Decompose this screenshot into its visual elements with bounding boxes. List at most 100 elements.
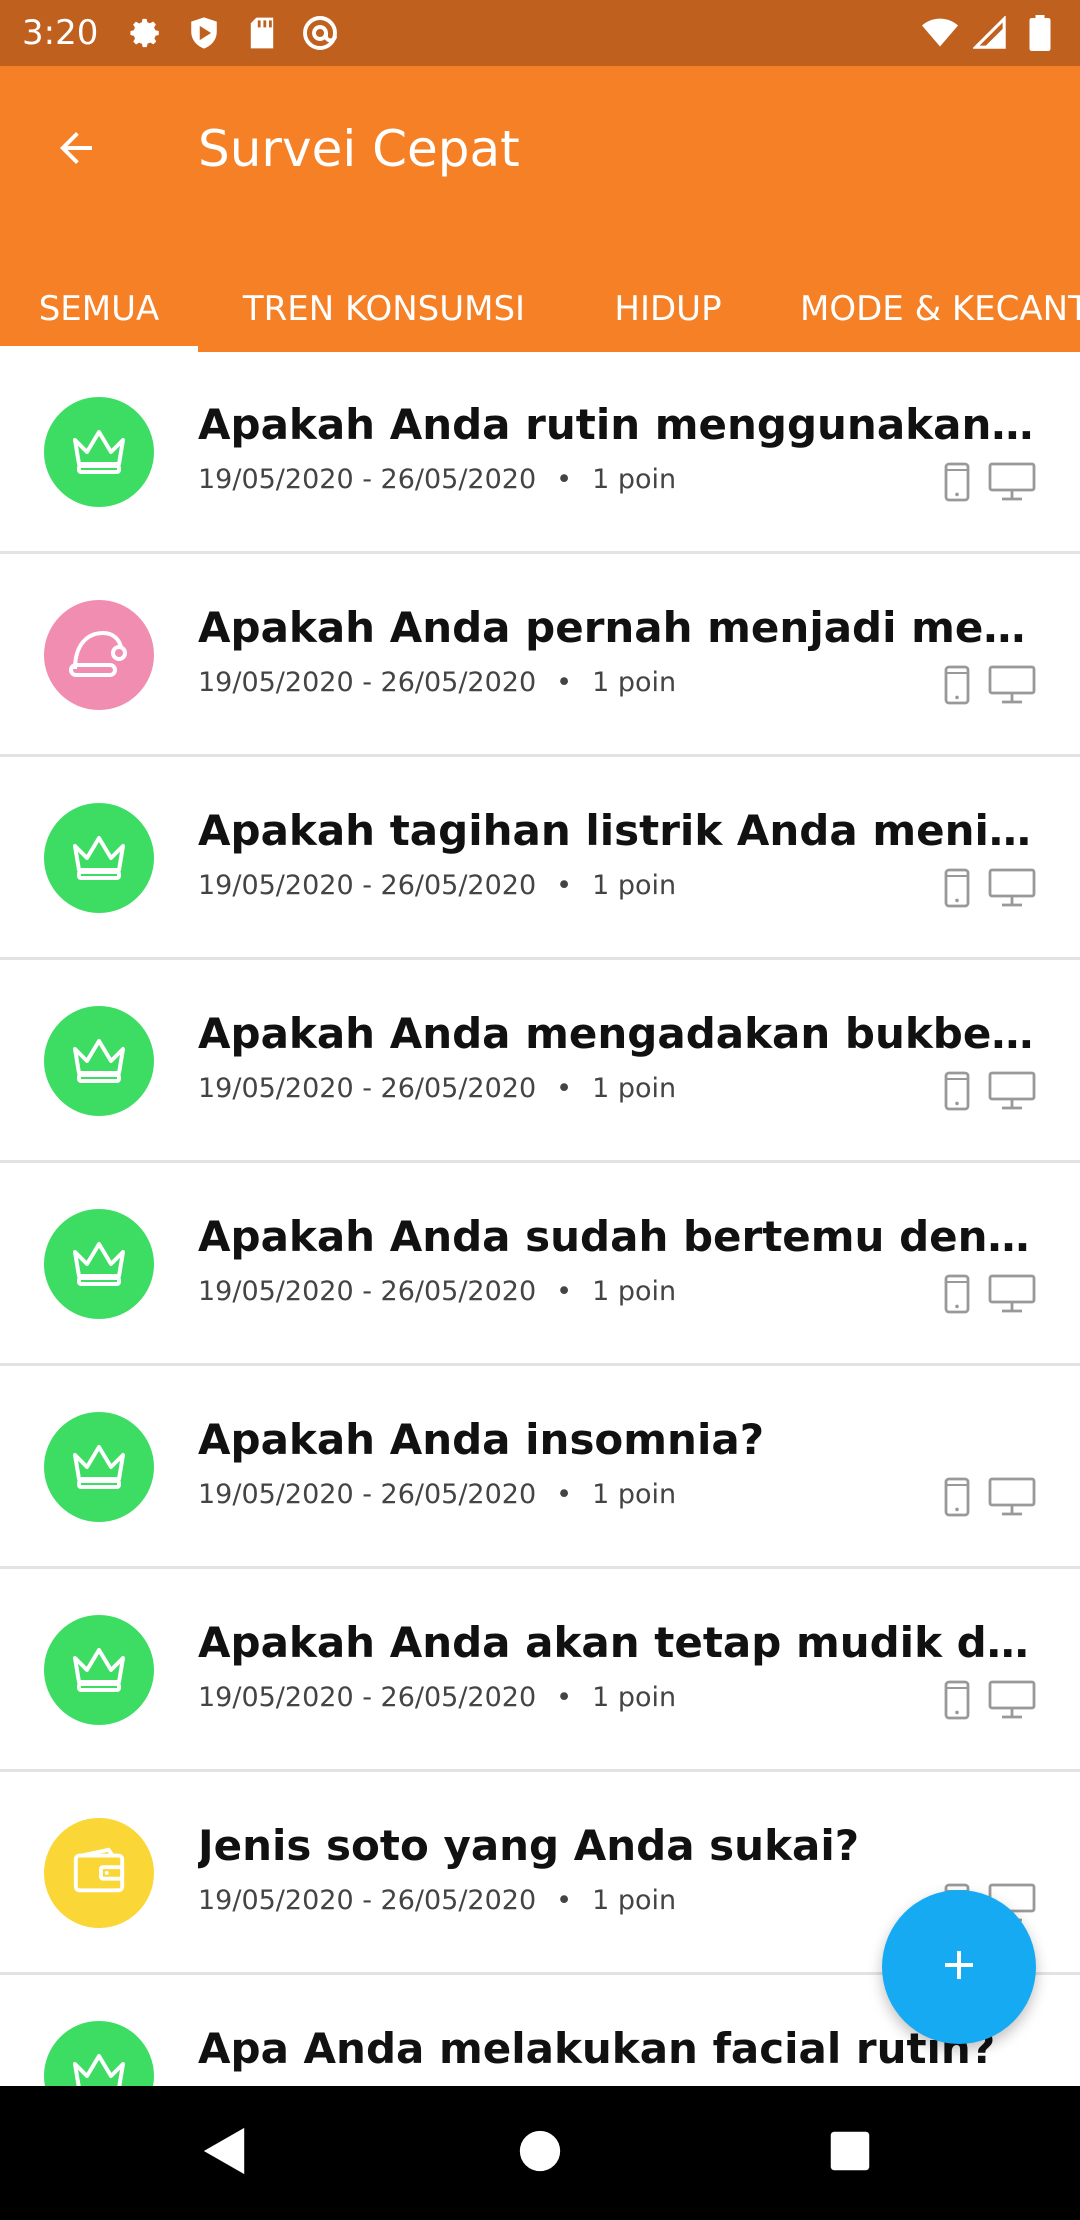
tab-label: TREN KONSUMSI: [242, 289, 526, 329]
survey-points: 1 poin: [592, 1479, 677, 1510]
status-bar: 3:20: [0, 0, 1080, 66]
monitor-icon: [988, 1477, 1036, 1522]
meta-separator: •: [556, 870, 573, 901]
phone-icon: [944, 1477, 970, 1522]
cell-signal-icon: [972, 15, 1008, 51]
crown-icon: [69, 1439, 129, 1496]
monitor-icon: [988, 868, 1036, 913]
crown-icon: [69, 1033, 129, 1090]
meta-separator: •: [556, 1682, 573, 1713]
status-notification-icons: [128, 15, 338, 51]
crown-icon: [69, 424, 129, 481]
status-system-icons: [922, 15, 1058, 51]
survey-points: 1 poin: [592, 1682, 677, 1713]
survey-title: Apakah Anda sudah bertemu dengan jo...: [198, 1212, 1038, 1261]
survey-category-avatar: [44, 1615, 154, 1725]
tab-label: HIDUP: [614, 289, 722, 329]
nav-back-button[interactable]: [188, 2116, 262, 2190]
survey-category-avatar: [44, 1412, 154, 1522]
survey-title: Apakah tagihan listrik Anda meningkat...: [198, 806, 1038, 855]
survey-title: Apakah Anda akan tetap mudik di tenga...: [198, 1618, 1038, 1667]
tab-tren-konsumsi[interactable]: TREN KONSUMSI: [198, 266, 570, 352]
plus-icon: [935, 1941, 983, 1994]
survey-category-avatar: [44, 1209, 154, 1319]
survey-meta: 19/05/2020 - 26/05/2020 • 1 poin: [198, 1479, 676, 1510]
tab-label: MODE & KECANTIKAN: [800, 289, 1080, 329]
survey-category-avatar: [44, 803, 154, 913]
survey-date-range: 19/05/2020 - 26/05/2020: [198, 1885, 537, 1916]
home-circle-icon: [518, 2129, 562, 2178]
supported-devices: [944, 1477, 1036, 1522]
survey-date-range: 19/05/2020 - 26/05/2020: [198, 870, 537, 901]
nav-recents-button[interactable]: [813, 2116, 887, 2190]
survey-points: 1 poin: [592, 1073, 677, 1104]
survey-list-item[interactable]: Apakah Anda rutin menggunakan scrub... 19…: [0, 352, 1080, 554]
battery-icon: [1022, 15, 1058, 51]
monitor-icon: [988, 1680, 1036, 1725]
tab-mode-kecantikan[interactable]: MODE & KECANTIKAN: [800, 266, 1080, 352]
wallet-icon: [70, 1845, 128, 1902]
app-bar: Survei Cepat SEMUA TREN KONSUMSI HIDUP M…: [0, 66, 1080, 352]
survey-category-avatar: [44, 600, 154, 710]
meta-separator: •: [556, 667, 573, 698]
at-sign-icon: [302, 15, 338, 51]
phone-icon: [944, 868, 970, 913]
survey-list-item[interactable]: Apakah Anda sudah bertemu dengan jo... 19…: [0, 1164, 1080, 1366]
survey-meta: 19/05/2020 - 26/05/2020 • 1 poin: [198, 870, 676, 901]
gear-icon: [128, 15, 164, 51]
survey-date-range: 19/05/2020 - 26/05/2020: [198, 1479, 537, 1510]
tab-hidup[interactable]: HIDUP: [570, 266, 766, 352]
category-tabs: SEMUA TREN KONSUMSI HIDUP MODE & KECANTI…: [0, 266, 1080, 352]
survey-title: Apakah Anda insomnia?: [198, 1415, 765, 1464]
supported-devices: [944, 1274, 1036, 1319]
survey-list-item[interactable]: Apakah Anda insomnia? 19/05/2020 - 26/05/…: [0, 1367, 1080, 1569]
nav-home-button[interactable]: [503, 2116, 577, 2190]
meta-separator: •: [556, 464, 573, 495]
survey-date-range: 19/05/2020 - 26/05/2020: [198, 464, 537, 495]
phone-icon: [944, 1680, 970, 1725]
phone-icon: [944, 462, 970, 507]
survey-title: Apakah Anda rutin menggunakan scrub...: [198, 400, 1038, 449]
phone-icon: [944, 1274, 970, 1319]
supported-devices: [944, 1680, 1036, 1725]
survey-meta: 19/05/2020 - 26/05/2020 • 1 poin: [198, 464, 676, 495]
monitor-icon: [988, 665, 1036, 710]
monitor-icon: [988, 1274, 1036, 1319]
meta-separator: •: [556, 1276, 573, 1307]
survey-list[interactable]: Apakah Anda rutin menggunakan scrub... 19…: [0, 352, 1080, 2086]
arrow-left-icon: [52, 124, 100, 177]
santa-hat-icon: [67, 625, 131, 686]
survey-meta: 19/05/2020 - 26/05/2020 • 1 poin: [198, 1073, 676, 1104]
supported-devices: [944, 868, 1036, 913]
survey-points: 1 poin: [592, 1276, 677, 1307]
add-survey-button[interactable]: [882, 1890, 1036, 2044]
crown-icon: [69, 830, 129, 887]
meta-separator: •: [556, 1885, 573, 1916]
phone-icon: [944, 665, 970, 710]
status-time: 3:20: [22, 13, 99, 53]
survey-category-avatar: [44, 1818, 154, 1928]
survey-list-item[interactable]: Apakah Anda pernah menjadi member k... 19…: [0, 555, 1080, 757]
sd-card-icon: [244, 15, 280, 51]
survey-list-item[interactable]: Apakah tagihan listrik Anda meningkat...…: [0, 758, 1080, 960]
survey-category-avatar: [44, 2021, 154, 2086]
tab-label: SEMUA: [38, 289, 160, 329]
survey-points: 1 poin: [592, 667, 677, 698]
survey-date-range: 19/05/2020 - 26/05/2020: [198, 1682, 537, 1713]
survey-meta: 19/05/2020 - 26/05/2020 • 1 poin: [198, 667, 676, 698]
meta-separator: •: [556, 1073, 573, 1104]
wifi-icon: [922, 15, 958, 51]
survey-date-range: 19/05/2020 - 26/05/2020: [198, 1276, 537, 1307]
shield-play-icon: [186, 15, 222, 51]
supported-devices: [944, 462, 1036, 507]
tab-semua[interactable]: SEMUA: [0, 266, 198, 352]
survey-points: 1 poin: [592, 1885, 677, 1916]
back-button[interactable]: [40, 114, 112, 186]
survey-meta: 19/05/2020 - 26/05/2020 • 1 poin: [198, 1682, 676, 1713]
survey-list-item[interactable]: Apakah Anda mengadakan bukber di lua... 1…: [0, 961, 1080, 1163]
recents-square-icon: [829, 2130, 871, 2177]
monitor-icon: [988, 462, 1036, 507]
survey-list-item[interactable]: Apakah Anda akan tetap mudik di tenga...…: [0, 1570, 1080, 1772]
survey-meta: 19/05/2020 - 26/05/2020 • 1 poin: [198, 1885, 676, 1916]
phone-icon: [944, 1071, 970, 1116]
